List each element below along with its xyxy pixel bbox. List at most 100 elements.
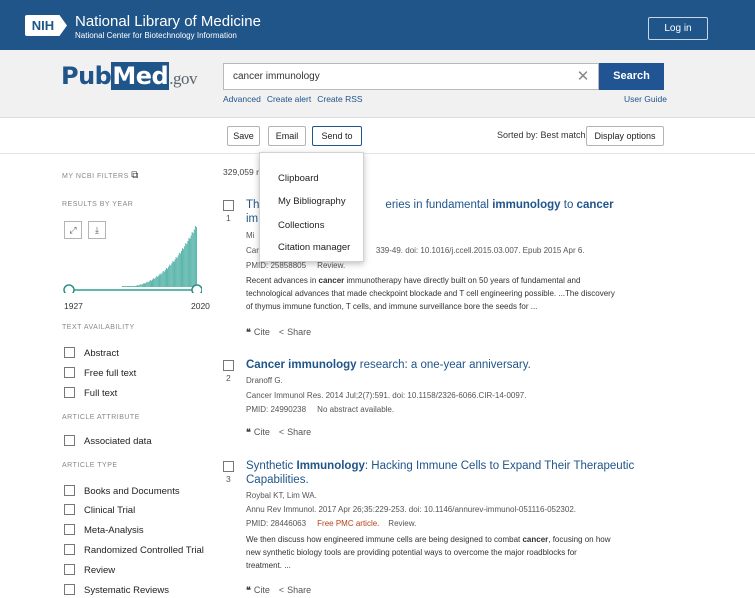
histogram-bar	[141, 284, 143, 287]
share-button[interactable]: Share	[287, 427, 311, 437]
histogram-bar	[173, 261, 175, 287]
histogram-bar	[143, 283, 145, 287]
cite-button[interactable]: Cite	[254, 427, 270, 437]
result-citation: Cancer Immunol Res. 2014 Jul;2(7):591. d…	[246, 391, 527, 400]
histogram-bar	[183, 249, 185, 287]
nih-logo[interactable]: NIH	[25, 15, 67, 36]
histogram-bar	[186, 244, 188, 287]
nlm-subtitle: National Center for Biotechnology Inform…	[75, 31, 237, 40]
result-snippet: We then discuss how engineered immune ce…	[246, 535, 611, 570]
year-histogram[interactable]	[62, 203, 202, 293]
cite-share: ❝ Cite < Share	[246, 585, 311, 596]
save-button[interactable]: Save	[227, 126, 260, 146]
histogram-bar	[142, 283, 144, 287]
search-button[interactable]: Search	[599, 63, 664, 90]
histogram-bar	[134, 286, 136, 287]
search-input[interactable]: cancer immunology	[223, 63, 599, 90]
menu-item-my-bibliography[interactable]: My Bibliography	[278, 196, 346, 207]
histogram-bar	[124, 286, 126, 287]
send-to-button[interactable]: Send to	[312, 126, 362, 146]
filter-free-full-text[interactable]: Free full text	[64, 367, 136, 379]
cite-button[interactable]: Cite	[254, 585, 270, 595]
menu-item-clipboard[interactable]: Clipboard	[278, 173, 319, 184]
checkbox[interactable]	[64, 367, 75, 378]
cite-share: ❝ Cite < Share	[246, 327, 311, 338]
histogram-bar	[165, 268, 167, 287]
result-number: 1	[226, 213, 231, 223]
histogram-bar	[128, 286, 130, 287]
result-title[interactable]: Cancer immunology research: a one-year a…	[246, 358, 641, 372]
checkbox[interactable]	[64, 435, 75, 446]
create-rss-link[interactable]: Create RSS	[317, 94, 362, 104]
checkbox[interactable]	[64, 524, 75, 535]
year-slider-end-handle[interactable]	[191, 284, 202, 293]
checkbox[interactable]	[64, 347, 75, 358]
share-button[interactable]: Share	[287, 585, 311, 595]
filter-systematic-reviews[interactable]: Systematic Reviews	[64, 584, 169, 596]
create-alert-link[interactable]: Create alert	[267, 94, 311, 104]
user-guide-link[interactable]: User Guide	[624, 94, 667, 104]
search-links: Advanced Create alert Create RSS	[223, 94, 369, 104]
histogram-bar	[126, 286, 128, 287]
filter-books-and-documents[interactable]: Books and Documents	[64, 485, 180, 497]
histogram-bar	[191, 232, 193, 287]
filter-abstract[interactable]: Abstract	[64, 347, 119, 359]
result-title[interactable]: Synthetic Immunology: Hacking Immune Cel…	[246, 459, 641, 487]
filter-randomized-controlled-trial[interactable]: Randomized Controlled Trial	[64, 544, 204, 556]
filter-meta-analysis[interactable]: Meta-Analysis	[64, 524, 144, 536]
histogram-bar	[187, 241, 189, 287]
histogram-bar	[146, 281, 148, 287]
share-button[interactable]: Share	[287, 327, 311, 337]
cite-button[interactable]: Cite	[254, 327, 270, 337]
histogram-bar	[157, 276, 159, 287]
filter-full-text[interactable]: Full text	[64, 387, 117, 399]
histogram-bar	[161, 272, 163, 287]
histogram-bar	[131, 286, 133, 287]
result-pmid-line: PMID: 25858805 Review.	[246, 261, 346, 270]
pubmed-logo[interactable]: PubMed.gov	[61, 62, 197, 90]
histogram-bar	[164, 269, 166, 287]
quote-icon: ❝	[246, 585, 251, 595]
display-options-button[interactable]: Display options	[586, 126, 664, 146]
result-checkbox[interactable]	[223, 461, 234, 472]
checkbox[interactable]	[64, 387, 75, 398]
histogram-bar	[133, 285, 135, 287]
year-slider-start-handle[interactable]	[63, 284, 75, 293]
checkbox[interactable]	[64, 485, 75, 496]
filter-review[interactable]: Review	[64, 564, 115, 576]
advanced-link[interactable]: Advanced	[223, 94, 261, 104]
checkbox[interactable]	[64, 584, 75, 595]
login-button[interactable]: Log in	[648, 17, 708, 40]
checkbox[interactable]	[64, 564, 75, 575]
result-count: 329,059 r	[223, 167, 259, 177]
result-checkbox[interactable]	[223, 200, 234, 211]
menu-item-collections[interactable]: Collections	[278, 220, 324, 231]
nlm-title[interactable]: National Library of Medicine	[75, 13, 261, 30]
histogram-bar	[177, 255, 179, 287]
histogram-bar	[194, 226, 196, 287]
histogram-bar	[169, 264, 171, 287]
email-button[interactable]: Email	[268, 126, 306, 146]
external-link-icon: ⧉	[131, 170, 139, 181]
sort-label[interactable]: Sorted by: Best match	[497, 130, 586, 140]
histogram-bar	[147, 282, 149, 287]
checkbox[interactable]	[64, 504, 75, 515]
result-checkbox[interactable]	[223, 360, 234, 371]
histogram-bar	[175, 257, 177, 287]
filter-clinical-trial[interactable]: Clinical Trial	[64, 504, 135, 516]
histogram-bar	[167, 268, 169, 287]
histogram-bar	[129, 286, 131, 287]
close-icon[interactable]: ✕	[573, 64, 593, 89]
quote-icon: ❝	[246, 327, 251, 337]
filter-associated-data[interactable]: Associated data	[64, 435, 152, 447]
checkbox[interactable]	[64, 544, 75, 555]
histogram-bar	[130, 286, 132, 287]
menu-item-citation-manager[interactable]: Citation manager	[278, 242, 350, 253]
my-filters-heading[interactable]: MY NCBI FILTERS ⧉	[62, 170, 139, 181]
article-attribute-heading: ARTICLE ATTRIBUTE	[62, 414, 140, 421]
histogram-bar	[176, 257, 178, 287]
result-authors: Mi	[246, 231, 255, 240]
histogram-bar	[137, 285, 139, 287]
histogram-bar	[168, 266, 170, 287]
histogram-bar	[159, 273, 161, 287]
